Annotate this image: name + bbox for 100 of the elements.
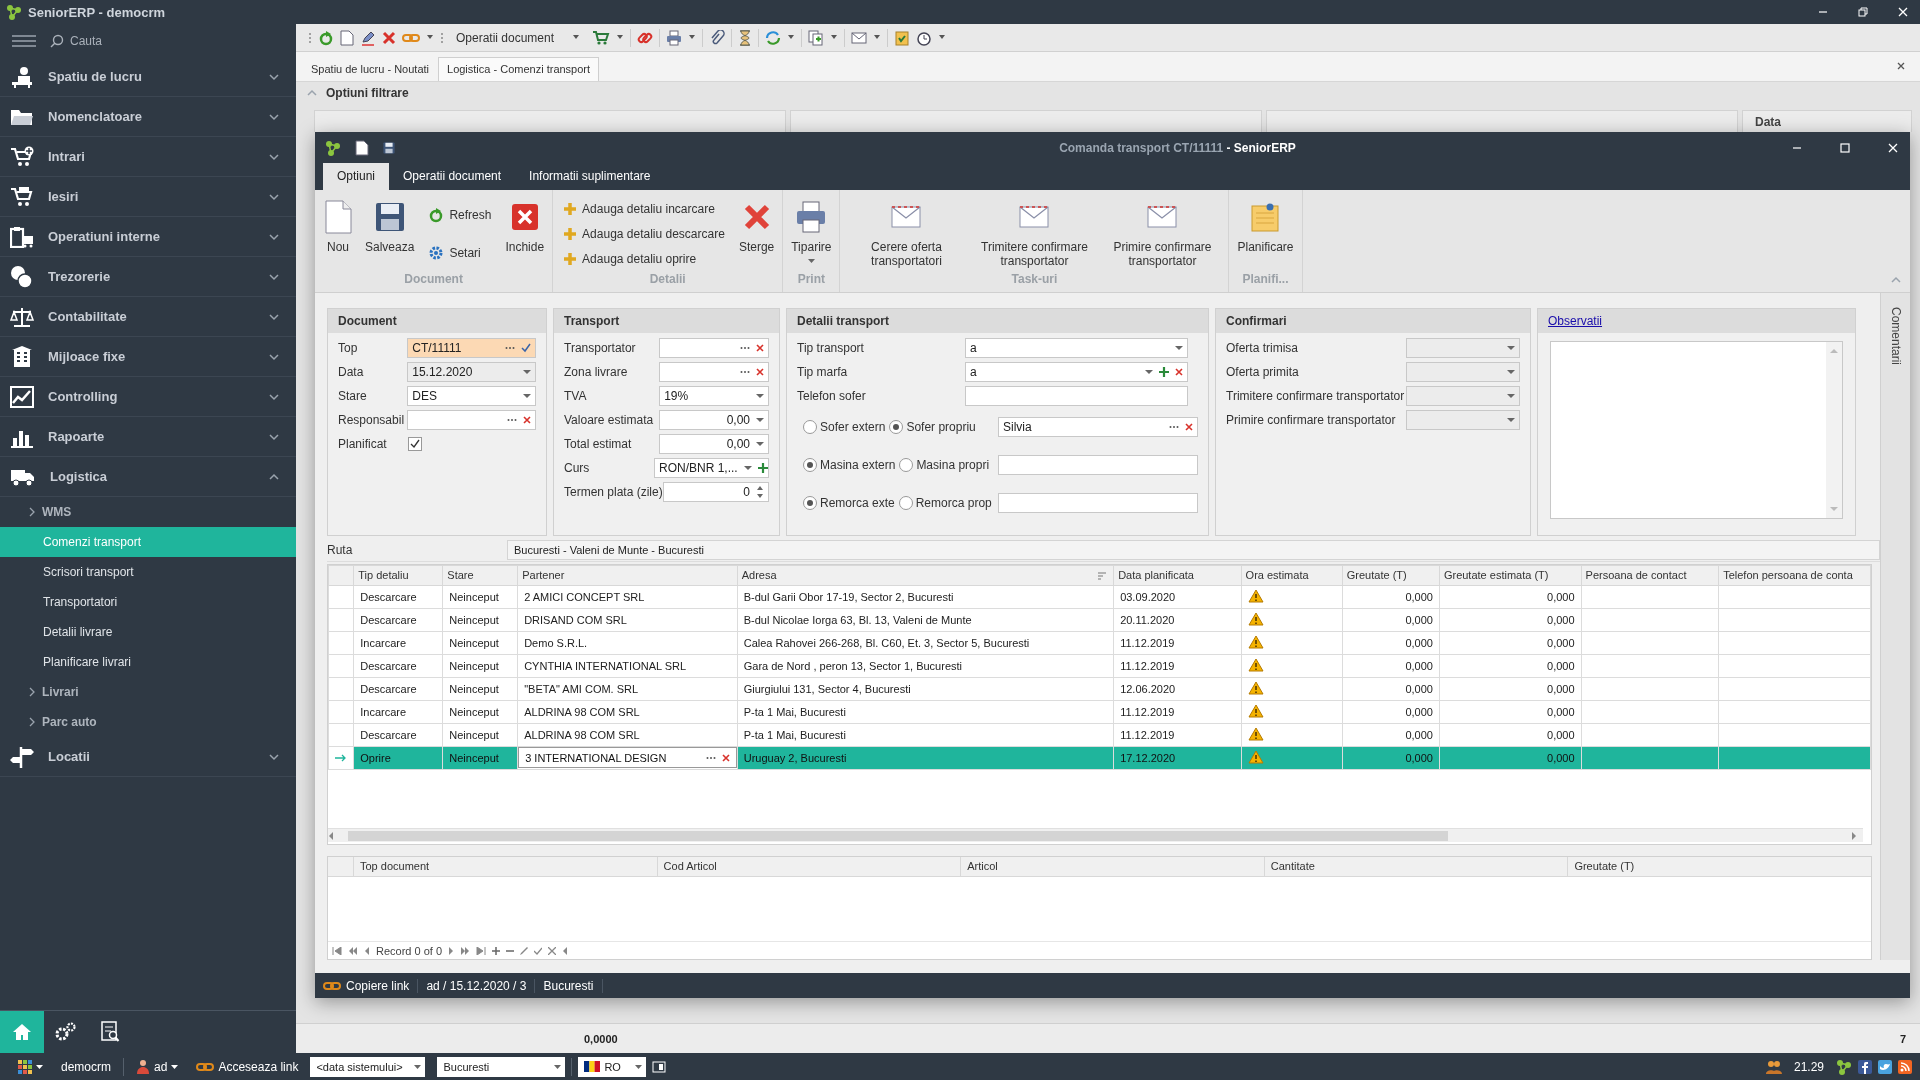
- scrollbar-thumb[interactable]: [348, 830, 1448, 841]
- ribbon-button[interactable]: Refresh: [426, 205, 494, 225]
- previous-page-icon[interactable]: [348, 946, 358, 955]
- vertical-scrollbar[interactable]: [1826, 342, 1842, 518]
- document-tab[interactable]: Spatiu de lucru - Noutati: [302, 57, 438, 81]
- document-icon[interactable]: [355, 139, 369, 156]
- ribbon-tab[interactable]: Optiuni: [323, 163, 390, 190]
- filter-header[interactable]: Optiuni filtrare: [296, 82, 1920, 104]
- ribbon-button[interactable]: Inchide: [501, 196, 549, 272]
- input-field[interactable]: Silvia: [998, 417, 1198, 437]
- sidebar-item[interactable]: Rapoarte: [0, 417, 296, 457]
- input-field[interactable]: a: [965, 362, 1188, 382]
- column-header[interactable]: Ora estimata: [1241, 565, 1343, 586]
- radio-option[interactable]: Sofer extern: [803, 420, 886, 434]
- notes-field[interactable]: [1550, 341, 1843, 519]
- more-icon[interactable]: [1169, 424, 1179, 430]
- next-page-icon[interactable]: [460, 946, 471, 955]
- bird-icon[interactable]: [1878, 1059, 1892, 1074]
- delete-icon[interactable]: [382, 30, 396, 45]
- rss-icon[interactable]: [1898, 1059, 1912, 1074]
- dropdown-icon[interactable]: [756, 417, 764, 423]
- caret-icon[interactable]: [426, 35, 434, 40]
- caret-icon[interactable]: [873, 35, 882, 40]
- home-button[interactable]: [0, 1011, 44, 1053]
- clear-icon[interactable]: [721, 753, 730, 762]
- sidebar-item[interactable]: Planificare livrari: [0, 647, 296, 677]
- horizontal-scrollbar[interactable]: [328, 828, 1863, 843]
- envelope-icon[interactable]: [851, 30, 868, 45]
- document-operations-menu[interactable]: Operatii document: [450, 30, 587, 45]
- column-header[interactable]: Greutate (T): [1342, 565, 1440, 586]
- ribbon-button[interactable]: Setari: [426, 243, 494, 263]
- more-icon[interactable]: [507, 417, 517, 423]
- ribbon-button[interactable]: Salveaza: [361, 196, 419, 272]
- input-field[interactable]: CT/11111: [407, 338, 536, 358]
- sidebar-item[interactable]: Parc auto: [0, 707, 296, 737]
- more-icon[interactable]: [740, 369, 750, 375]
- check-icon[interactable]: [521, 343, 531, 353]
- pencil-icon[interactable]: [360, 29, 376, 46]
- scroll-left-icon[interactable]: [562, 946, 569, 955]
- printer-icon[interactable]: [666, 29, 683, 46]
- more-icon[interactable]: [740, 345, 750, 351]
- column-header[interactable]: Tip detaliu: [353, 565, 443, 586]
- clear-icon[interactable]: [1175, 368, 1183, 376]
- column-header[interactable]: Stare: [442, 565, 518, 586]
- input-field[interactable]: [659, 338, 769, 358]
- search-field[interactable]: Cauta: [50, 33, 103, 48]
- restore-icon[interactable]: [1857, 6, 1869, 18]
- copy-link-button[interactable]: Copiere link: [315, 978, 419, 993]
- sidebar-item[interactable]: Operatiuni interne: [0, 217, 296, 257]
- column-header[interactable]: Cod Articol: [656, 857, 961, 877]
- sidebar-item[interactable]: Nomenclatoare: [0, 97, 296, 137]
- refresh-icon[interactable]: [318, 29, 334, 46]
- caret-icon[interactable]: [938, 35, 947, 40]
- first-icon[interactable]: [332, 946, 342, 955]
- column-header[interactable]: Data planificata: [1113, 565, 1242, 586]
- input-field[interactable]: [965, 386, 1188, 406]
- column-header[interactable]: Persoana de contact: [1581, 565, 1719, 586]
- sidebar-item[interactable]: Spatiu de lucru: [0, 57, 296, 97]
- column-header[interactable]: Top document: [353, 857, 657, 877]
- clear-icon[interactable]: [756, 368, 764, 376]
- menu-icon[interactable]: [12, 33, 36, 48]
- input-field[interactable]: RON/BNR 1,...: [654, 458, 769, 478]
- ribbon-button[interactable]: Adauga detaliu descarcare: [561, 225, 727, 243]
- date-dropdown[interactable]: <data sistemului>: [310, 1056, 426, 1077]
- edit-icon[interactable]: [520, 946, 529, 955]
- column-header[interactable]: Adresa: [737, 565, 1114, 586]
- add-icon[interactable]: [492, 946, 501, 955]
- plus-icon[interactable]: [757, 463, 768, 473]
- sidebar-item[interactable]: Iesiri: [0, 177, 296, 217]
- gears-icon[interactable]: [55, 1022, 77, 1042]
- last-icon[interactable]: [476, 946, 487, 955]
- caret-icon[interactable]: [787, 35, 796, 40]
- input-field[interactable]: a: [965, 338, 1188, 358]
- radio-option[interactable]: Sofer propriu: [889, 420, 976, 434]
- sidebar-item[interactable]: Locatii: [0, 737, 296, 777]
- dropdown-icon[interactable]: [1145, 369, 1153, 375]
- column-header[interactable]: Cantitate: [1263, 857, 1568, 877]
- input-field[interactable]: [998, 493, 1198, 513]
- spin-icon[interactable]: [756, 485, 764, 499]
- location-dropdown[interactable]: Bucuresti: [437, 1056, 566, 1077]
- ribbon-button[interactable]: Primire confirmare transportator: [1100, 196, 1225, 272]
- input-field[interactable]: DES: [407, 386, 536, 406]
- input-field[interactable]: 0,00: [659, 410, 769, 430]
- column-header[interactable]: Greutate (T): [1567, 857, 1871, 877]
- side-tab[interactable]: Comentarii: [1880, 293, 1910, 960]
- user-menu[interactable]: ad: [130, 1058, 185, 1075]
- check-icon[interactable]: [534, 946, 543, 955]
- dropdown-icon[interactable]: [756, 393, 764, 399]
- sidebar-item[interactable]: Detalii livrare: [0, 617, 296, 647]
- sidebar-item[interactable]: Livrari: [0, 677, 296, 707]
- notes-link[interactable]: Observatii: [1548, 314, 1603, 328]
- caret-icon[interactable]: [616, 35, 625, 40]
- checklist-icon[interactable]: [894, 29, 911, 46]
- dropdown-icon[interactable]: [756, 441, 764, 447]
- more-icon[interactable]: [705, 754, 716, 761]
- previous-icon[interactable]: [364, 946, 370, 955]
- next-icon[interactable]: [448, 946, 455, 955]
- maximize-icon[interactable]: [1839, 141, 1851, 154]
- input-field[interactable]: [659, 362, 769, 382]
- ribbon-button[interactable]: Trimitere confirmare transportator: [972, 196, 1097, 272]
